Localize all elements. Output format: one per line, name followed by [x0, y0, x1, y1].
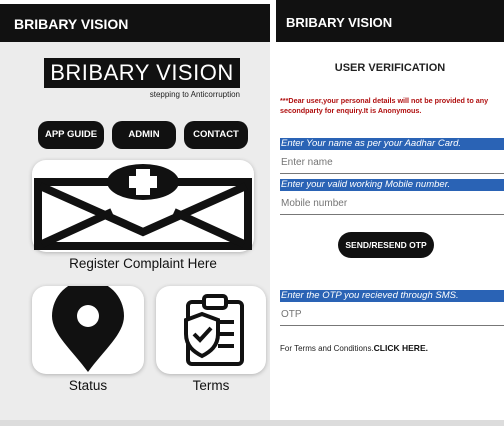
- app-bar: BRIBARY VISION: [276, 0, 504, 42]
- envelope-plus-icon: [34, 164, 252, 250]
- home-screen: BRIBARY VISION BRIBARY VISION stepping t…: [0, 0, 270, 426]
- register-complaint-tile[interactable]: [32, 160, 254, 252]
- mobile-input[interactable]: [280, 192, 504, 215]
- register-complaint-label: Register Complaint Here: [69, 256, 217, 271]
- name-hint: Enter Your name as per your Aadhar Card.: [280, 138, 504, 150]
- send-otp-button[interactable]: SEND/RESEND OTP: [338, 232, 434, 258]
- terms-text: For Terms and Conditions.: [280, 344, 374, 353]
- page-title: USER VERIFICATION: [334, 62, 446, 74]
- terms-label: Terms: [192, 378, 230, 393]
- app-guide-button[interactable]: APP GUIDE: [38, 121, 104, 149]
- system-nav-bar: [0, 420, 504, 426]
- location-pin-icon: [52, 280, 124, 372]
- admin-button[interactable]: ADMIN: [112, 121, 176, 149]
- terms-link[interactable]: CLICK HERE.: [374, 343, 428, 353]
- verification-screen: BRIBARY VISION USER VERIFICATION ***Dear…: [276, 0, 504, 426]
- otp-hint: Enter the OTP you recieved through SMS.: [280, 290, 504, 302]
- privacy-notice: ***Dear user,your personal details will …: [280, 96, 489, 115]
- status-tile[interactable]: [32, 280, 144, 374]
- name-input[interactable]: [280, 151, 504, 174]
- tagline: stepping to Anticorruption: [149, 90, 240, 99]
- app-bar: BRIBARY VISION: [0, 4, 270, 42]
- mobile-hint: Enter your valid working Mobile number.: [280, 179, 504, 191]
- status-label: Status: [68, 378, 108, 393]
- clipboard-shield-icon: [184, 294, 244, 366]
- app-title: BRIBARY VISION: [14, 16, 129, 32]
- otp-input[interactable]: [280, 303, 504, 326]
- logo: BRIBARY VISION: [44, 58, 240, 88]
- logo-text: BRIBARY VISION: [50, 60, 234, 85]
- terms-tile[interactable]: [156, 286, 266, 374]
- terms-row: For Terms and Conditions.CLICK HERE.: [280, 343, 428, 353]
- app-title: BRIBARY VISION: [286, 15, 393, 30]
- contact-button[interactable]: CONTACT: [184, 121, 248, 149]
